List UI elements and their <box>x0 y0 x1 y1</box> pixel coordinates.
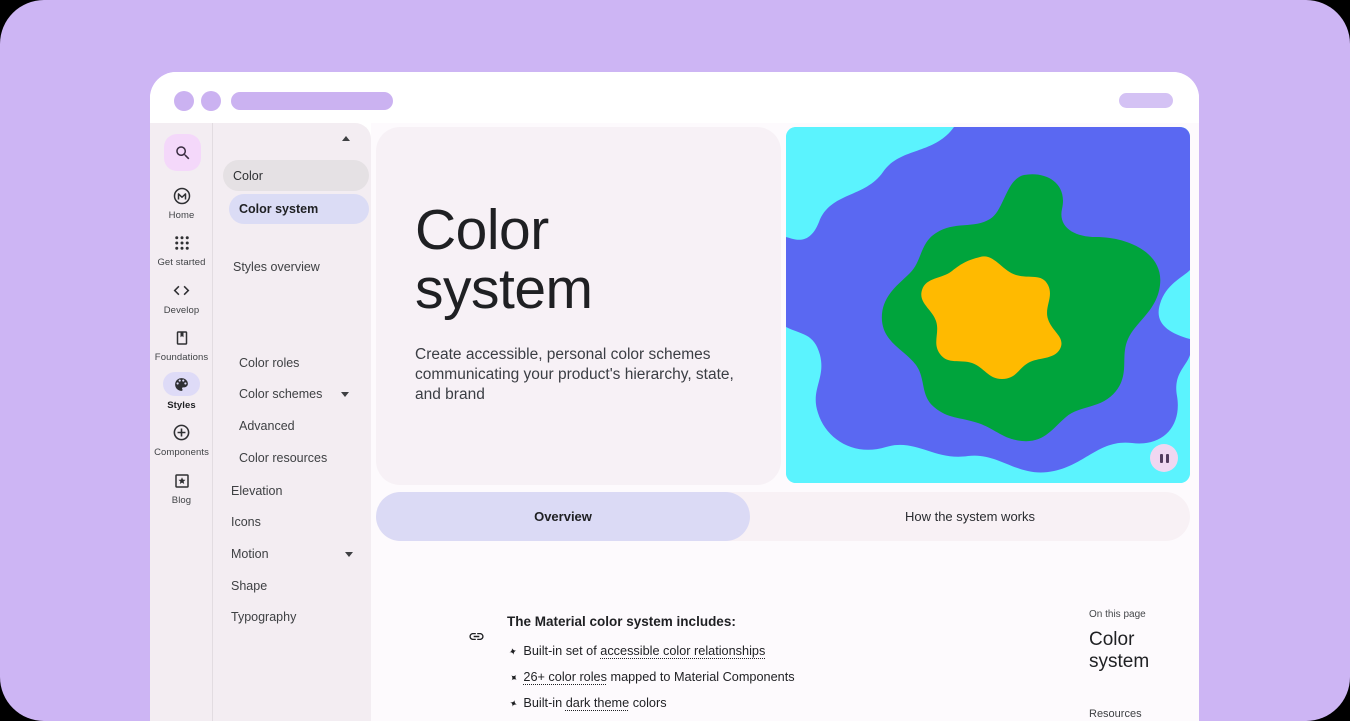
nav-rail: Home Get started Develop <box>150 123 213 721</box>
pause-icon <box>1160 454 1163 463</box>
bullet-text: Built-in <box>523 696 565 710</box>
subnav-item-color[interactable]: Color <box>223 160 369 191</box>
link-icon[interactable] <box>468 628 485 645</box>
navigation-panel: Home Get started Develop <box>150 123 371 721</box>
book-icon <box>171 327 192 348</box>
sparkle-bullet-icon: ✦ <box>507 698 519 711</box>
page-title: Color system <box>415 201 715 319</box>
browser-window: Home Get started Develop <box>150 72 1199 721</box>
list-item: ✦ Built-in set of accessible color relati… <box>509 644 765 658</box>
sidebar-item-label: Develop <box>164 305 200 316</box>
subnav-item-advanced[interactable]: Advanced <box>239 419 295 433</box>
section-heading: The Material color system includes: <box>507 614 736 629</box>
search-button[interactable] <box>164 134 201 171</box>
color-blobs-illustration <box>786 127 1190 483</box>
pause-button[interactable] <box>1150 444 1178 472</box>
sidebar-item-styles[interactable]: Styles <box>150 372 213 411</box>
window-control-dot[interactable] <box>201 91 221 111</box>
main-content: Color system Create accessible, personal… <box>371 123 1199 721</box>
subnav-item-label: Color system <box>239 202 318 216</box>
subnav-item-color-system[interactable]: Color system <box>229 194 369 224</box>
sidebar-item-label: Home <box>169 210 195 221</box>
palette-icon <box>163 372 200 396</box>
sidebar-item-blog[interactable]: Blog <box>150 470 213 506</box>
sidebar-item-develop[interactable]: Develop <box>150 280 213 316</box>
pause-icon <box>1166 454 1169 463</box>
tab-bar: Overview How the system works <box>376 492 1190 541</box>
sidebar-item-label: Components <box>154 447 209 458</box>
window-control-dot[interactable] <box>174 91 194 111</box>
browser-chrome <box>150 72 1199 123</box>
sidebar-item-label: Styles <box>167 400 196 411</box>
list-item: ✦ 26+ color roles mapped to Material Comp… <box>509 670 795 684</box>
address-bar[interactable] <box>231 92 393 110</box>
subnav-item-color-resources[interactable]: Color resources <box>239 451 327 465</box>
sparkle-bullet-icon: ✦ <box>508 646 519 659</box>
desktop-background: Home Get started Develop <box>0 0 1350 721</box>
subnav-item-elevation[interactable]: Elevation <box>231 484 282 498</box>
subnav: Styles overview Color Color system Color… <box>214 123 371 721</box>
browser-menu-pill[interactable] <box>1119 93 1173 108</box>
sidebar-item-label: Blog <box>172 495 191 506</box>
subnav-item-color-schemes[interactable]: Color schemes <box>239 387 322 401</box>
bullet-text: colors <box>629 696 666 710</box>
apps-grid-icon <box>171 232 192 253</box>
sidebar-item-label: Get started <box>157 257 205 268</box>
sidebar-item-label: Foundations <box>155 352 208 363</box>
subnav-item-label: Color <box>233 169 263 183</box>
on-this-page-panel: On this page Color system Resources What… <box>1089 609 1199 672</box>
link-accessible-color-relationships[interactable]: accessible color relationships <box>600 644 765 658</box>
code-icon <box>171 280 192 301</box>
screenshot-root: Home Get started Develop <box>0 0 1350 721</box>
bullet-text: mapped to Material Components <box>607 670 795 684</box>
bullet-text: Built-in set of <box>523 644 600 658</box>
chevron-down-icon <box>341 392 349 397</box>
list-item: ✦ Built-in dark theme colors <box>509 696 667 710</box>
subnav-item-motion[interactable]: Motion <box>231 547 269 561</box>
toc-label: On this page <box>1089 609 1199 620</box>
subnav-item-shape[interactable]: Shape <box>231 579 267 593</box>
sidebar-item-get-started[interactable]: Get started <box>150 232 213 268</box>
toc-title: Color system <box>1089 629 1181 672</box>
chevron-up-icon <box>342 136 350 141</box>
subnav-item-color-roles[interactable]: Color roles <box>239 356 299 370</box>
search-icon <box>174 144 192 162</box>
hero-illustration <box>786 127 1190 483</box>
subnav-item-icons[interactable]: Icons <box>231 515 261 529</box>
chevron-down-icon <box>345 552 353 557</box>
sparkle-bullet-icon: ✦ <box>506 672 519 686</box>
subnav-item-typography[interactable]: Typography <box>231 610 296 624</box>
sidebar-item-components[interactable]: Components <box>150 422 213 458</box>
tab-how-the-system-works[interactable]: How the system works <box>750 492 1190 541</box>
toc-link-resources[interactable]: Resources <box>1089 708 1142 720</box>
link-color-roles[interactable]: 26+ color roles <box>523 670 607 684</box>
star-box-icon <box>171 470 192 491</box>
material-logo-icon <box>171 185 192 206</box>
sidebar-item-home[interactable]: Home <box>150 185 213 221</box>
hero-card: Color system Create accessible, personal… <box>376 127 781 485</box>
sidebar-item-foundations[interactable]: Foundations <box>150 327 213 363</box>
add-circle-icon <box>171 422 192 443</box>
tab-overview[interactable]: Overview <box>376 492 750 541</box>
subnav-item-styles-overview[interactable]: Styles overview <box>233 260 320 274</box>
link-dark-theme[interactable]: dark theme <box>566 696 629 710</box>
page-subtitle: Create accessible, personal color scheme… <box>415 345 737 405</box>
